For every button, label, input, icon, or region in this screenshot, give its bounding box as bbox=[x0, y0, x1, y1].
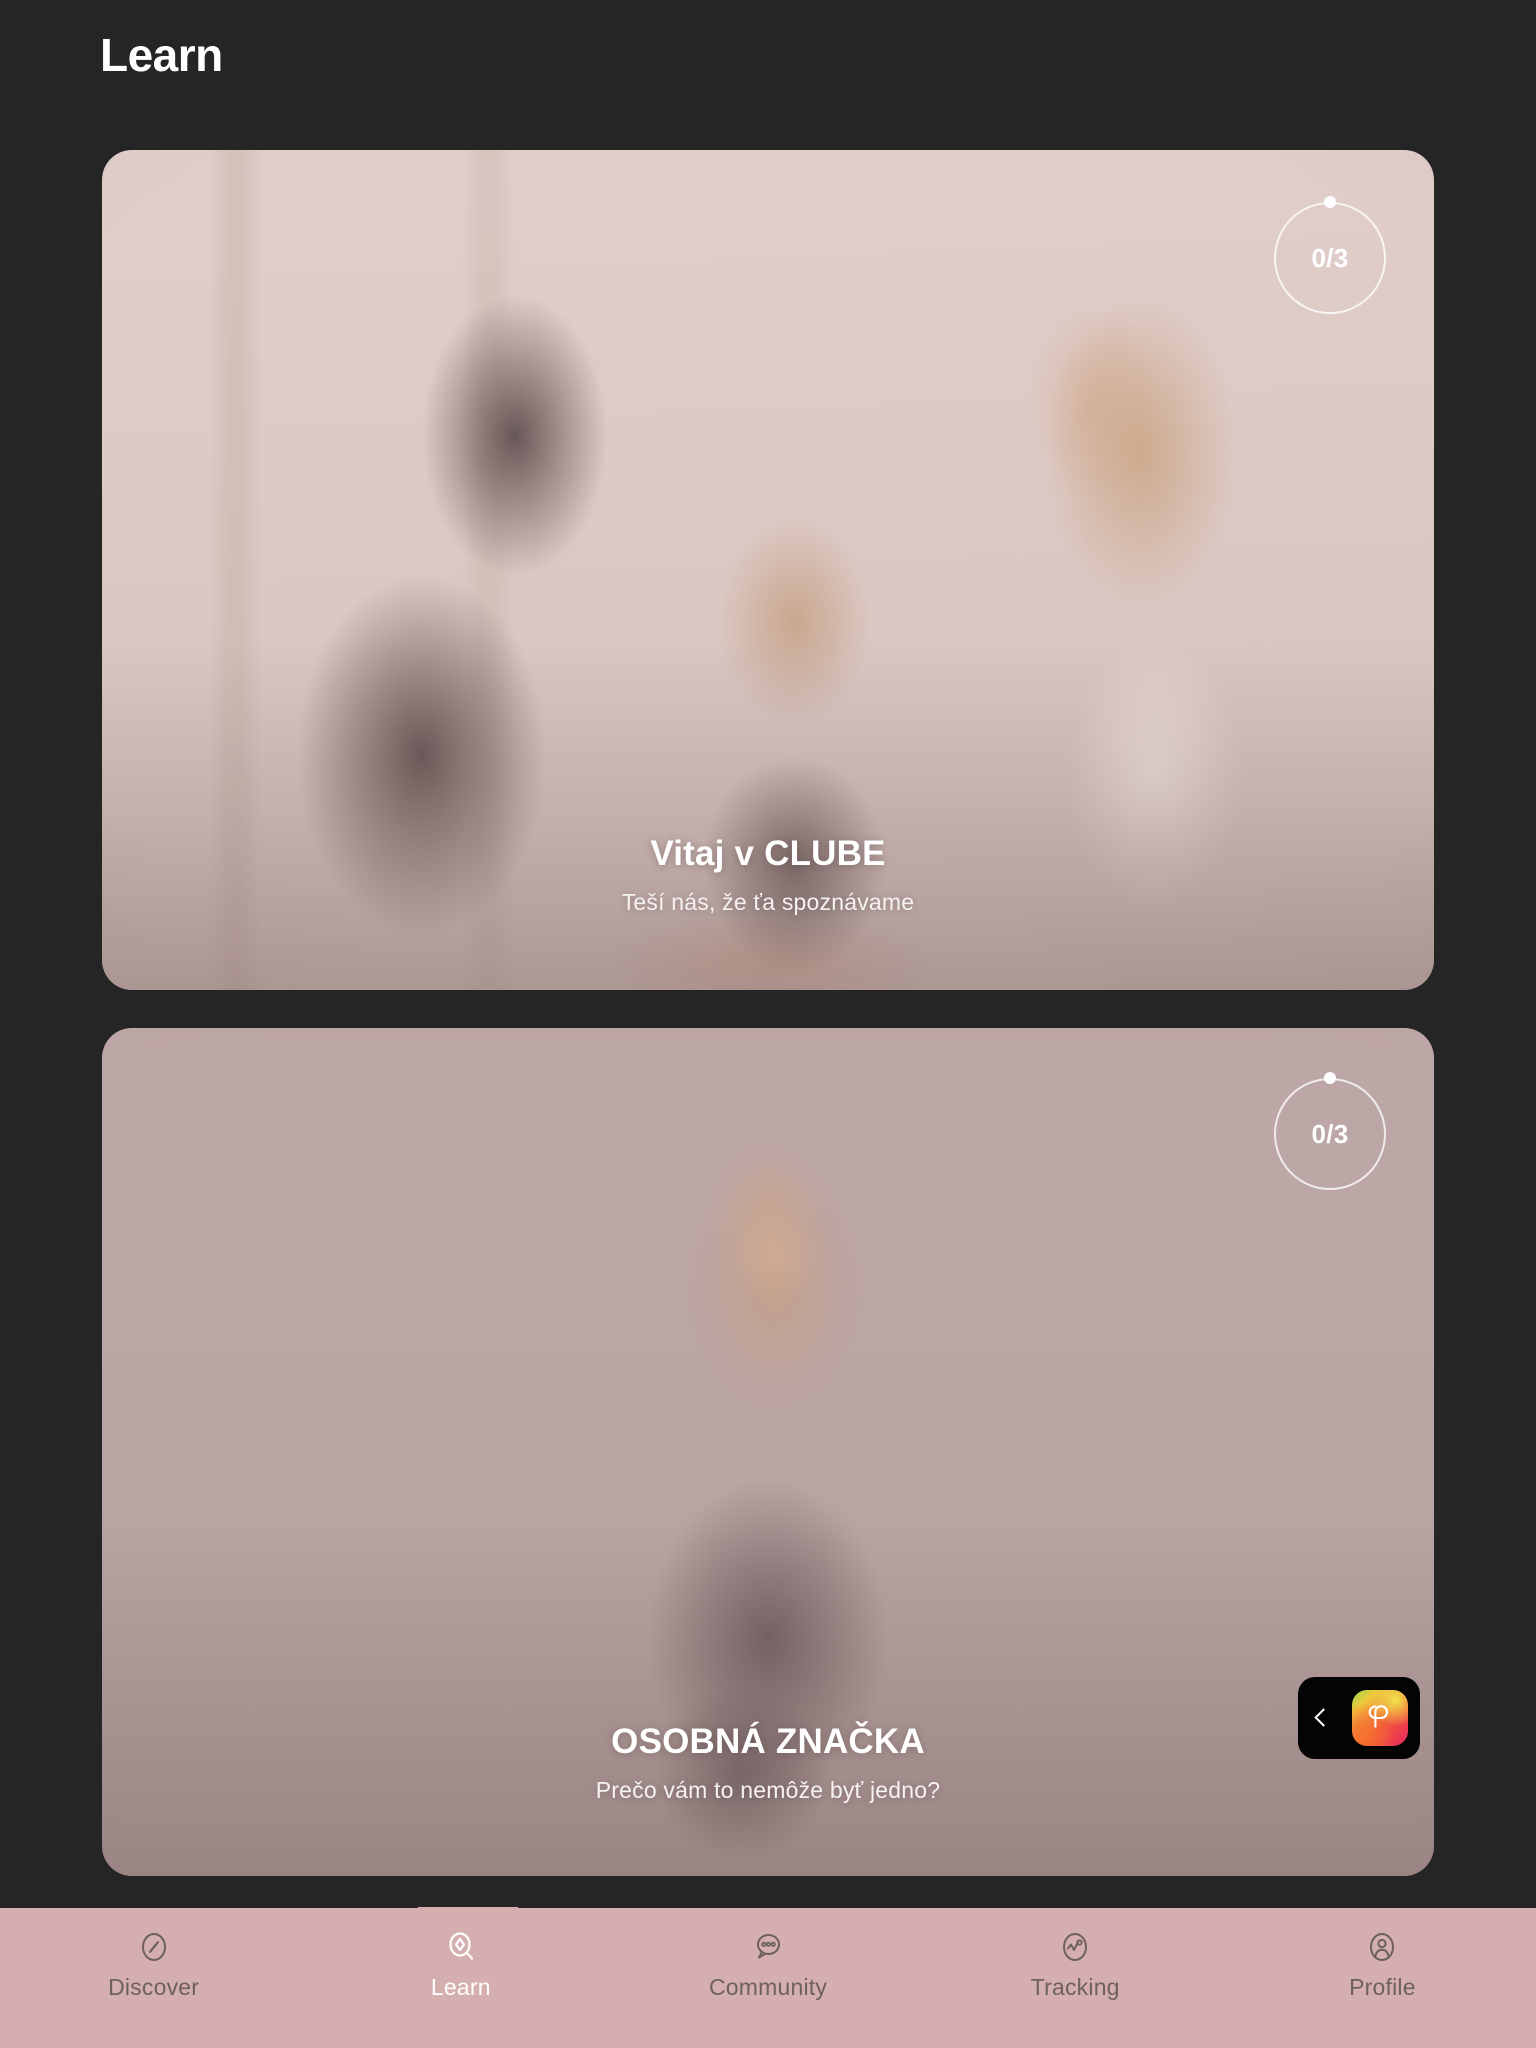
nav-label-tracking: Tracking bbox=[1030, 1974, 1120, 2000]
progress-ring: 0/3 bbox=[1274, 1072, 1386, 1190]
nav-item-discover[interactable]: Discover bbox=[0, 1908, 307, 2048]
person-icon bbox=[1361, 1926, 1403, 1968]
nav-item-community[interactable]: Community bbox=[614, 1908, 921, 2048]
page-title: Learn bbox=[100, 29, 223, 81]
lesson-card[interactable]: 0/3 Vitaj v CLUBE Teší nás, že ťa spozná… bbox=[102, 150, 1434, 990]
progress-ring-label: 0/3 bbox=[1311, 242, 1349, 273]
back-chevron-icon[interactable] bbox=[1312, 1704, 1332, 1732]
lesson-card-list[interactable]: 0/3 Vitaj v CLUBE Teší nás, že ťa spozná… bbox=[0, 150, 1536, 1910]
progress-ring-label: 0/3 bbox=[1311, 1118, 1349, 1149]
lesson-card-subtitle: Teší nás, že ťa spoznávame bbox=[621, 889, 915, 915]
floating-app-switcher[interactable] bbox=[1298, 1677, 1420, 1759]
chat-bubble-icon bbox=[747, 1926, 789, 1968]
progress-ring: 0/3 bbox=[1274, 196, 1386, 314]
pulse-icon bbox=[1054, 1926, 1096, 1968]
lesson-card-caption: Vitaj v CLUBE Teší nás, že ťa spoznávame bbox=[102, 832, 1434, 916]
lesson-card-title: Vitaj v CLUBE bbox=[650, 834, 886, 874]
compass-icon bbox=[133, 1926, 175, 1968]
lesson-card-subtitle: Prečo vám to nemôže byť jedno? bbox=[595, 1777, 941, 1803]
nav-item-profile[interactable]: Profile bbox=[1229, 1908, 1536, 2048]
heart-p-logo-icon[interactable] bbox=[1352, 1690, 1408, 1746]
nav-label-profile: Profile bbox=[1349, 1974, 1416, 2000]
lesson-card-title: OSOBNÁ ZNAČKA bbox=[611, 1722, 925, 1762]
bottom-navigation-bar[interactable]: Discover Learn Community Tracking Profil… bbox=[0, 1907, 1536, 2048]
lesson-card[interactable]: 0/3 OSOBNÁ ZNAČKA Prečo vám to nemôže by… bbox=[102, 1028, 1434, 1876]
nav-label-learn: Learn bbox=[430, 1974, 491, 2000]
search-diamond-icon bbox=[440, 1926, 482, 1968]
lesson-card-caption: OSOBNÁ ZNAČKA Prečo vám to nemôže byť je… bbox=[102, 1720, 1434, 1804]
nav-item-learn[interactable]: Learn bbox=[307, 1908, 614, 2048]
nav-label-community: Community bbox=[708, 1974, 828, 2000]
nav-label-discover: Discover bbox=[108, 1974, 200, 2000]
nav-item-tracking[interactable]: Tracking bbox=[922, 1908, 1229, 2048]
